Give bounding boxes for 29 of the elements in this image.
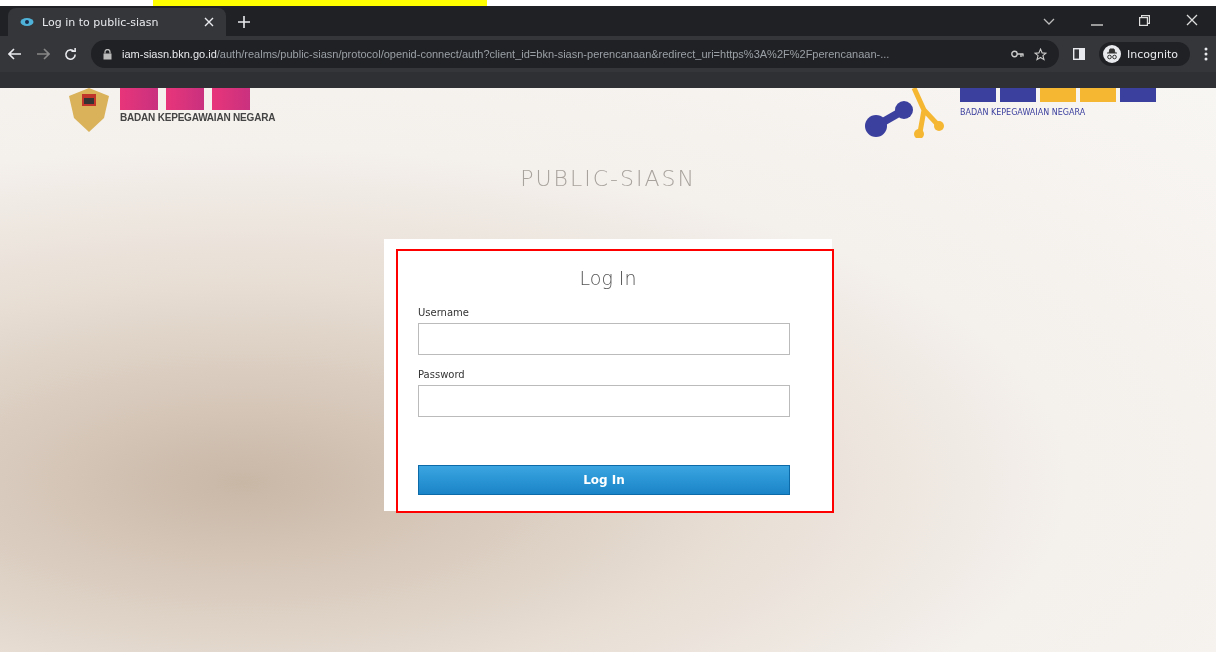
address-bar[interactable]: iam-siasn.bkn.go.id/auth/realms/public-siasn/protocol/openid-connect/auth?client_id=bkn-siasn-perencanaan&redirect_uri=https%3A%2F%2Fperencanaan-... <box>91 40 1059 68</box>
incognito-badge[interactable]: Incognito <box>1098 42 1190 66</box>
lock-icon <box>103 48 112 60</box>
logo-caption: BADAN KEPEGAWAIAN NEGARA <box>960 108 1087 117</box>
logo-caption: BADAN KEPEGAWAIAN NEGARA <box>120 112 276 123</box>
close-icon[interactable] <box>1186 14 1198 26</box>
forward-arrow-icon[interactable] <box>36 48 50 60</box>
field-label: Password <box>418 369 466 380</box>
more-menu-icon[interactable] <box>1204 47 1208 61</box>
input-field[interactable] <box>418 323 790 355</box>
restore-icon[interactable] <box>1139 15 1150 26</box>
close-icon[interactable] <box>204 17 214 27</box>
tab-title: Log in to public-siasn <box>42 15 160 29</box>
key-icon[interactable] <box>1010 50 1024 58</box>
incognito-label: Incognito <box>1126 47 1178 61</box>
field-label: Username <box>418 307 470 318</box>
url-text: iam-siasn.bkn.go.id/auth/realms/public-siasn/protocol/openid-connect/auth?client_id=bkn-siasn-perencanaan&redirect_uri=https%3A%2F%2Fperencanaan-... <box>122 48 891 60</box>
star-icon[interactable] <box>1033 47 1047 61</box>
side-panel-icon[interactable] <box>1072 48 1085 60</box>
chevron-down-icon[interactable] <box>1043 18 1055 26</box>
eye-icon <box>20 17 34 27</box>
input-field[interactable] <box>418 385 790 417</box>
reload-icon[interactable] <box>64 47 77 61</box>
browser-tab[interactable]: Log in to public-siasn <box>8 8 226 36</box>
incognito-icon <box>1102 45 1121 63</box>
form-title: Log In <box>578 267 638 289</box>
new-tab-icon[interactable] <box>238 16 250 28</box>
back-arrow-icon[interactable] <box>8 48 22 60</box>
realm-title: PUBLIC-SIASN <box>520 166 696 191</box>
